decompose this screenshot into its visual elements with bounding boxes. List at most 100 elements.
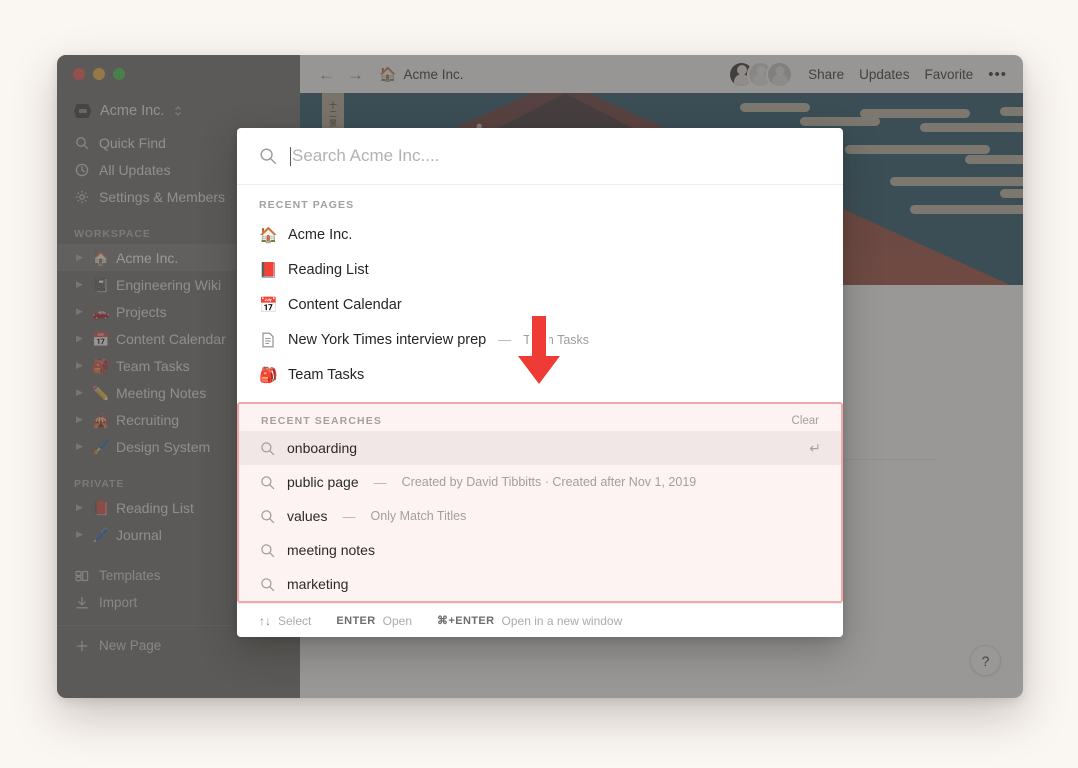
recent-searches-header: RECENT SEARCHES Clear [239,404,841,431]
templates-icon [74,569,89,583]
chevron-right-icon[interactable]: ▶ [74,388,85,397]
workspace-logo-icon [74,104,91,118]
document-icon [259,332,277,348]
recent-pages-header-label: RECENT PAGES [259,199,355,211]
recent-pages-header: RECENT PAGES [237,185,843,217]
separator-dash: — [342,508,356,524]
breadcrumb-emoji-icon: 🏠 [379,65,397,82]
separator-dash: — [498,332,512,347]
recent-page-row[interactable]: 📕 Reading List [237,252,843,287]
page-emoji-icon: 📓 [92,276,110,293]
recent-search-row-meeting-notes[interactable]: meeting notes [239,533,841,567]
workspace-switcher[interactable]: Acme Inc. [57,93,300,129]
search-icon [259,475,276,490]
recent-search-row-onboarding[interactable]: onboarding ↵ [239,431,841,465]
search-icon [259,577,276,592]
sidebar-page-label: Projects [116,303,167,320]
arrow-updown-icon: ↑↓ [259,613,271,628]
help-button[interactable]: ? [970,645,1001,676]
page-emoji-icon: 🎒 [259,366,278,384]
breadcrumb[interactable]: 🏠 Acme Inc. [379,66,463,83]
search-bar[interactable]: Search Acme Inc.... [237,128,843,185]
sidebar-page-label: Journal [116,526,162,543]
recent-page-parent: Team Tasks [523,332,590,347]
recent-page-row[interactable]: 🎒 Team Tasks [237,357,843,392]
gear-icon [74,189,89,204]
search-modal: Search Acme Inc.... RECENT PAGES 🏠 Acme … [237,128,843,637]
collaborator-avatars[interactable] [728,60,794,88]
search-icon [259,543,276,558]
breadcrumb-title: Acme Inc. [403,66,464,82]
more-options-icon[interactable]: ••• [988,67,1007,82]
top-bar-actions: Share Updates Favorite ••• [728,60,1007,88]
sidebar-page-label: Team Tasks [116,357,190,374]
sidebar-page-label: Meeting Notes [116,384,207,401]
share-button[interactable]: Share [808,67,844,82]
recent-search-query: public page [287,474,359,490]
page-emoji-icon: 📕 [259,261,278,279]
page-emoji-icon: ✏️ [92,384,110,401]
arrow-right-icon[interactable]: → [347,66,364,83]
chevron-right-icon[interactable]: ▶ [74,253,85,262]
updates-button[interactable]: Updates [859,67,909,82]
sidebar-page-label: Content Calendar [116,330,226,347]
top-bar: ← → 🏠 Acme Inc. Share Updates Favorite •… [300,55,1023,93]
search-icon [259,147,277,165]
recent-search-row-values[interactable]: values — Only Match Titles [239,499,841,533]
recent-page-title: New York Times interview prep [288,331,487,348]
recent-page-title: Reading List [288,261,369,278]
sidebar-page-label: Design System [116,438,211,455]
clock-icon [74,162,89,177]
recent-search-row-public-page[interactable]: public page — Created by David Tibbitts … [239,465,841,499]
sidebar-item-label: Import [99,595,138,610]
recent-search-query: onboarding [287,440,358,456]
recent-page-row[interactable]: 📅 Content Calendar [237,287,843,322]
chevron-right-icon[interactable]: ▶ [74,503,85,512]
import-icon [74,596,89,610]
recent-page-title: Acme Inc. [288,226,353,243]
favorite-button[interactable]: Favorite [924,67,973,82]
chevron-right-icon[interactable]: ▶ [74,442,85,451]
search-icon [259,509,276,524]
page-emoji-icon: 🖊️ [92,526,110,543]
text-caret [290,146,291,166]
recent-search-row-marketing[interactable]: marketing [239,567,841,601]
zoom-window-button[interactable] [113,68,125,80]
recent-page-row[interactable]: New York Times interview prep — Team Tas… [237,322,843,357]
footer-new-window-label: Open in a new window [501,613,623,628]
sidebar-item-label: All Updates [99,161,171,178]
minimize-window-button[interactable] [93,68,105,80]
recent-pages-section: RECENT PAGES 🏠 Acme Inc. 📕 Reading List … [237,185,843,402]
recent-search-filters: Created by David Tibbitts · Created afte… [401,475,697,489]
separator-dash: — [373,474,387,490]
plus-icon [74,639,89,653]
sidebar-page-label: Acme Inc. [116,249,179,266]
recent-search-query: marketing [287,576,349,592]
recent-searches-section: RECENT SEARCHES Clear onboarding ↵ publi… [237,402,843,603]
recent-page-title: Content Calendar [288,296,402,313]
chevron-right-icon[interactable]: ▶ [74,307,85,316]
clear-recent-searches-button[interactable]: Clear [792,415,819,427]
chevron-right-icon[interactable]: ▶ [74,415,85,424]
sidebar-item-label: Templates [99,568,161,583]
chevron-right-icon[interactable]: ▶ [74,334,85,343]
arrow-left-icon[interactable]: ← [318,66,335,83]
workspace-name: Acme Inc. [100,103,165,119]
return-key-icon: ↵ [809,439,821,456]
chevron-right-icon[interactable]: ▶ [74,280,85,289]
recent-searches-header-label: RECENT SEARCHES [261,415,382,427]
recent-page-row[interactable]: 🏠 Acme Inc. [237,217,843,252]
page-emoji-icon: 📕 [92,499,110,516]
sidebar-item-label: Quick Find [99,134,166,151]
chevron-right-icon[interactable]: ▶ [74,361,85,370]
recent-search-filters: Only Match Titles [370,509,467,523]
recent-search-query: meeting notes [287,542,375,558]
window-traffic-lights [57,55,300,93]
close-window-button[interactable] [73,68,85,80]
page-emoji-icon: 🎒 [92,357,110,374]
sidebar-item-label: Settings & Members [99,188,226,205]
sidebar-page-label: Recruiting [116,411,180,428]
chevron-right-icon[interactable]: ▶ [74,530,85,539]
search-input[interactable]: Search Acme Inc.... [290,146,821,166]
avatar[interactable] [766,60,794,88]
